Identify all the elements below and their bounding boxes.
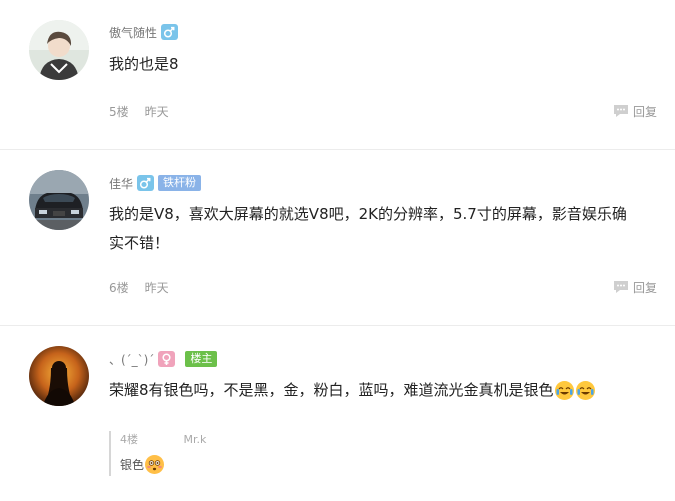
comment-text: 荣耀8有银色吗，不是黑，金，粉白，蓝吗，难道流光金真机是银色 (109, 381, 554, 399)
username[interactable]: 佳华 (109, 175, 133, 192)
sub-reply-username[interactable]: Mr.k (184, 433, 207, 446)
divider (0, 149, 675, 150)
reply-icon (613, 281, 628, 293)
female-icon (158, 351, 176, 367)
reply-button[interactable]: 回复 (613, 278, 657, 296)
floor-number: 5楼 (109, 104, 129, 119)
flushed-face-icon (145, 455, 165, 474)
avatar[interactable] (29, 170, 89, 230)
comment-text: 我的是V8，喜欢大屏幕的就选V8吧，2K的分辨率，5.7寸的屏幕，影音娱乐确 实… (109, 200, 664, 258)
sub-reply: 4楼 Mr.k 银色 (109, 431, 631, 476)
comment-footer: 6楼 昨天 (109, 278, 169, 296)
floor-number: 6楼 (109, 280, 129, 295)
crying-laughing-icon (554, 381, 574, 400)
reply-icon (613, 105, 628, 117)
comment-text-row: 荣耀8有银色吗，不是黑，金，粉白，蓝吗，难道流光金真机是银色 (109, 376, 664, 405)
sub-reply-body: 银色 (120, 455, 165, 474)
male-icon (137, 175, 155, 191)
reply-label: 回复 (632, 280, 657, 295)
user-meta: 傲气随性 (109, 23, 179, 41)
avatar[interactable] (29, 346, 89, 406)
comment-text-line-2: 实不错！ (109, 234, 170, 252)
crying-laughing-icon (575, 381, 595, 400)
sub-reply-text: 银色 (120, 458, 145, 472)
user-meta: 、(ˊ_ˋ)ˊ 楼主 (109, 350, 218, 368)
username[interactable]: 、(ˊ_ˋ)ˊ (109, 351, 154, 368)
avatar[interactable] (29, 20, 89, 80)
comment-text: 我的也是8 (109, 55, 179, 73)
sub-reply-header: 4楼 Mr.k (120, 431, 206, 447)
comment-text-line-1: 我的是V8，喜欢大屏幕的就选V8吧，2K的分辨率，5.7寸的屏幕，影音娱乐确 (109, 205, 627, 223)
male-icon (161, 24, 179, 40)
fan-badge: 铁杆粉 (158, 175, 202, 191)
sub-reply-floor: 4楼 (120, 433, 138, 446)
user-meta: 佳华 铁杆粉 (109, 174, 202, 192)
reply-button[interactable]: 回复 (613, 102, 657, 120)
op-badge: 楼主 (185, 351, 218, 367)
username[interactable]: 傲气随性 (109, 24, 157, 41)
timestamp: 昨天 (144, 104, 169, 119)
divider (0, 325, 675, 326)
timestamp: 昨天 (144, 280, 169, 295)
comment-footer: 5楼 昨天 (109, 102, 169, 120)
reply-label: 回复 (632, 104, 657, 119)
